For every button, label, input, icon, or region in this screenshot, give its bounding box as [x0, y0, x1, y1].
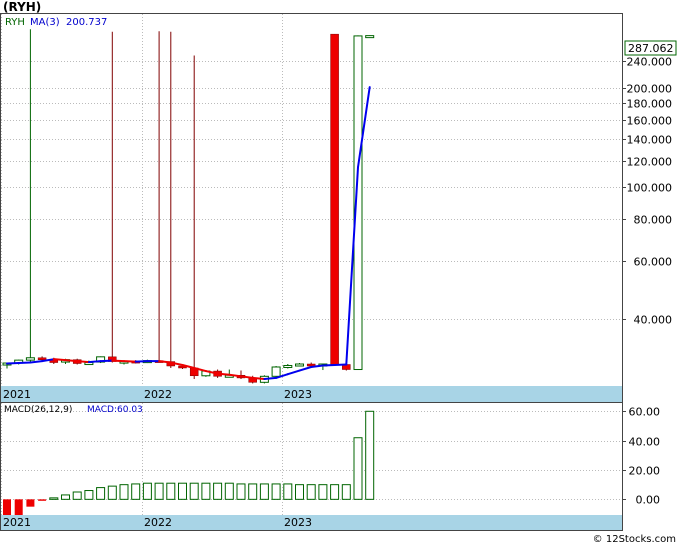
macd-bar-positive — [330, 484, 340, 500]
macd-bar-positive — [61, 494, 70, 500]
price-tick-label: 140.000 — [627, 134, 673, 147]
macd-bar-positive — [84, 490, 94, 500]
macd-bar-positive — [213, 482, 223, 500]
macd-tick-label: 60.00 — [629, 406, 661, 419]
macd-bar-negative — [14, 499, 23, 515]
candle-body-up — [271, 366, 281, 377]
ma-segment — [87, 360, 102, 364]
macd-bar-positive — [72, 491, 82, 500]
macd-x-label: 2023 — [284, 516, 312, 529]
ma-segment — [52, 358, 67, 362]
macd-x-label: 2022 — [144, 516, 172, 529]
candle-body-down — [37, 357, 47, 361]
macd-legend-value: MACD:60.03 — [87, 405, 143, 415]
ma-segment — [216, 372, 231, 376]
macd-bar-positive — [353, 437, 363, 500]
macd-bar-positive — [365, 410, 375, 500]
macd-bar-positive — [283, 483, 293, 500]
stock-chart: 40.000 60.000 80.000 100.000 120.000 140.000 1… — [0, 0, 677, 545]
macd-bar-positive — [295, 484, 304, 500]
footer-credit: © 12Stocks.com — [593, 534, 676, 545]
ma-segment — [263, 376, 278, 381]
macd-bar-positive — [248, 483, 258, 500]
macd-panel — [0, 402, 623, 531]
macd-bar-positive — [189, 482, 199, 500]
macd-legend-label: MACD(26,12,9) — [4, 405, 72, 415]
price-legend-ma-value: 200.737 — [66, 17, 107, 28]
price-x-label: 2023 — [284, 388, 312, 401]
ma-segment — [251, 376, 266, 381]
price-tick-label: 240.000 — [627, 56, 673, 69]
macd-bar-positive — [259, 483, 269, 500]
price-tick-label: 160.000 — [627, 115, 673, 128]
macd-axis-ticks: 0.00 20.00 40.00 60.00 — [622, 406, 660, 507]
price-x-label: 2022 — [144, 388, 172, 401]
macd-bar-negative — [3, 499, 11, 515]
candle-body-up — [295, 363, 304, 367]
macd-bar-positive — [318, 484, 328, 500]
macd-bar-positive — [107, 485, 117, 500]
price-tick-label: 40.000 — [634, 314, 673, 327]
macd-bar-positive — [131, 483, 141, 500]
price-tick-label: 180.000 — [627, 98, 673, 111]
macd-bar-positive — [201, 482, 211, 500]
macd-bar-positive — [49, 497, 59, 500]
price-tick-label: 80.000 — [634, 214, 673, 227]
price-tick-label: 200.000 — [627, 83, 673, 96]
macd-tick-label: 0.00 — [636, 494, 661, 507]
macd-bar-positive — [341, 484, 351, 500]
macd-bar-positive — [178, 482, 187, 500]
candle-body-up — [365, 35, 375, 39]
macd-bar-positive — [96, 487, 106, 500]
last-price-label: 287.062 — [628, 42, 674, 55]
macd-bar-positive — [142, 482, 152, 500]
macd-bar-negative — [26, 499, 35, 507]
price-tick-label: 100.000 — [627, 182, 673, 195]
price-panel — [0, 13, 623, 403]
macd-bar-negative — [38, 499, 47, 501]
macd-tick-label: 40.00 — [629, 436, 661, 449]
macd-bar-positive — [306, 484, 316, 500]
macd-tick-label: 20.00 — [629, 465, 661, 478]
macd-x-label: 2021 — [3, 516, 31, 529]
price-legend-symbol: RYH — [5, 17, 25, 28]
ma-segment — [64, 359, 79, 363]
macd-bar-positive — [154, 482, 164, 500]
macd-bar-positive — [119, 484, 129, 500]
price-legend-ma: MA(3) — [30, 17, 60, 28]
macd-bar-positive — [271, 483, 281, 500]
macd-bar-positive — [224, 482, 234, 500]
chart-title: (RYH) — [3, 0, 41, 14]
price-x-label: 2021 — [3, 388, 31, 401]
price-axis-ticks: 40.000 60.000 80.000 100.000 120.000 140.000 1… — [622, 56, 672, 327]
candle-body-up — [283, 364, 293, 368]
price-tick-label: 60.000 — [634, 256, 673, 269]
candle-body-down — [330, 33, 339, 365]
macd-bar-positive — [166, 482, 176, 500]
price-tick-label: 120.000 — [627, 156, 673, 169]
candle-body-up — [25, 357, 35, 361]
ma-segment — [76, 360, 90, 364]
macd-bar-positive — [236, 483, 246, 500]
